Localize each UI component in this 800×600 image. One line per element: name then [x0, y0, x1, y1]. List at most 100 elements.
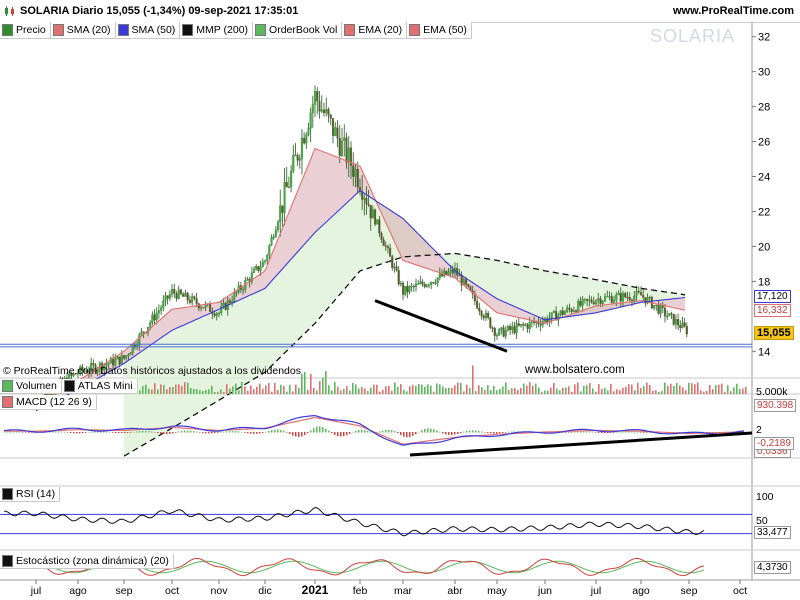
- x-tick-label: jul: [590, 585, 602, 597]
- volume-bar: [445, 388, 447, 394]
- volume-bar: [298, 387, 300, 394]
- macd-hist-bar: [580, 431, 582, 433]
- macd-hist-bar: [79, 432, 81, 434]
- legend-label: RSI (14): [16, 488, 56, 500]
- volume-tick-label: 5.000k: [756, 386, 788, 398]
- candle-body: [417, 283, 420, 285]
- candle-body: [151, 314, 154, 323]
- volume-bar: [385, 386, 387, 394]
- volume-bar: [361, 386, 363, 394]
- volume-bar: [640, 388, 642, 394]
- macd-hist-bar: [214, 432, 216, 434]
- macd-hist-bar: [181, 430, 183, 433]
- candle-body: [347, 147, 350, 163]
- macd-hist-bar: [508, 431, 510, 433]
- macd-hist-bar: [286, 432, 288, 433]
- volume-bar: [598, 383, 600, 394]
- macd-hist-bar: [415, 432, 417, 435]
- candle-body: [122, 355, 126, 359]
- macd-hist-bar: [289, 432, 291, 435]
- chart-canvas[interactable]: 3230282624222018145.000k210050jul ago sep o…: [0, 0, 800, 600]
- volume-bar: [667, 385, 669, 394]
- candle-body: [648, 297, 651, 299]
- candle-body: [246, 279, 249, 281]
- volume-bar: [448, 387, 450, 394]
- volume-bar: [544, 390, 546, 394]
- volume-bar: [415, 385, 417, 394]
- volume-bar: [319, 381, 321, 394]
- volume-bar: [577, 382, 579, 394]
- macd-hist-bar: [337, 432, 339, 437]
- macd-hist-bar: [643, 432, 645, 433]
- volume-bar: [196, 389, 198, 394]
- macd-hist-bar: [451, 432, 453, 435]
- candle-body: [597, 298, 600, 301]
- candle-body: [294, 154, 297, 156]
- candle-body: [592, 302, 595, 305]
- candle-body: [666, 315, 669, 318]
- macd-hist-bar: [19, 431, 21, 433]
- macd-hist-bar: [505, 432, 507, 433]
- volume-legend: Volumen ATLAS Mini: [0, 379, 138, 394]
- macd-hist-bar: [436, 430, 438, 433]
- macd-hist-bar: [16, 431, 18, 433]
- candle-body: [311, 104, 314, 114]
- candle-body: [153, 314, 156, 321]
- macd-hist-bar: [139, 431, 141, 433]
- price-tick-label: 20: [758, 241, 770, 253]
- rsi-value-tag: 33,477: [754, 526, 791, 539]
- macd-hist-bar: [325, 428, 327, 433]
- volume-bar: [163, 385, 165, 394]
- rsi-legend-0[interactable]: RSI (14): [0, 487, 61, 502]
- volume-bar: [145, 384, 147, 394]
- volume-bar: [274, 382, 276, 394]
- x-tick-label: sep: [116, 585, 133, 597]
- candle-body: [663, 307, 667, 317]
- candle-body: [316, 91, 319, 102]
- macd-hist-bar: [157, 432, 159, 434]
- volume-bar: [253, 389, 255, 394]
- candle-body: [425, 284, 428, 287]
- volume-bar: [160, 384, 162, 394]
- volume-legend-0[interactable]: Volumen: [0, 379, 62, 394]
- bolsatero-url: www.bolsatero.com: [525, 364, 625, 376]
- macd-legend-0[interactable]: MACD (12 26 9): [0, 395, 97, 410]
- drawn-trendline[interactable]: [374, 299, 508, 353]
- volume-bar: [175, 384, 177, 394]
- macd-hist-bar: [22, 432, 24, 433]
- volume-bar: [682, 387, 684, 394]
- candle-body: [242, 289, 245, 291]
- candle-body: [276, 221, 280, 231]
- candle-body: [309, 112, 312, 129]
- macd-hist-bar: [637, 431, 639, 433]
- candle-body: [399, 282, 402, 285]
- candle-body: [491, 327, 494, 329]
- candle-body: [300, 137, 304, 159]
- stoch-legend-0[interactable]: Estocástico (zona dinámica) (20): [0, 554, 174, 569]
- candle-body: [586, 298, 589, 301]
- candle-body: [233, 292, 236, 302]
- candle-body: [482, 315, 485, 319]
- macd-hist-bar: [283, 430, 285, 433]
- volume-bar: [142, 385, 144, 394]
- candle-body: [500, 327, 503, 330]
- macd-hist-bar: [448, 432, 450, 435]
- volume-legend-1[interactable]: ATLAS Mini: [61, 379, 138, 394]
- legend-swatch: [2, 488, 13, 500]
- macd-hist-bar: [586, 431, 588, 433]
- volume-bar: [493, 385, 495, 394]
- candle-body: [177, 289, 180, 299]
- x-tick-label: nov: [211, 585, 229, 597]
- macd-hist-bar: [25, 432, 27, 433]
- volume-bar: [712, 389, 714, 394]
- macd-hist-bar: [487, 432, 489, 434]
- macd-hist-bar: [418, 431, 420, 433]
- macd-hist-bar: [142, 430, 144, 433]
- macd-hist-bar: [598, 432, 600, 433]
- macd-hist-bar: [55, 431, 57, 433]
- volume-bar: [277, 390, 279, 394]
- macd-hist-bar: [430, 428, 432, 433]
- volume-bar: [637, 382, 639, 394]
- macd-hist-bar: [277, 429, 279, 433]
- macd-hist-bar: [367, 430, 369, 433]
